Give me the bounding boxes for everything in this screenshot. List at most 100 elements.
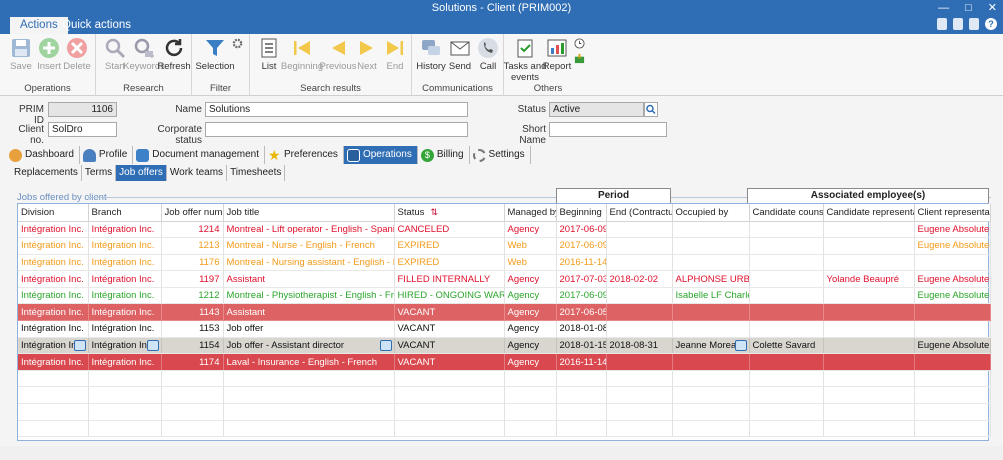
cell-end [606, 221, 673, 239]
search-icon [646, 104, 656, 115]
col-division[interactable]: Division [18, 204, 89, 222]
cell-managed-by: Agency [504, 303, 557, 322]
beginning-button[interactable]: Beginning [281, 37, 323, 72]
short-name-field[interactable] [549, 122, 667, 137]
tab-job-offers[interactable]: Job offers [116, 165, 167, 181]
cell-managed-by: Agency [504, 287, 557, 305]
cell-candidate-counselor [749, 320, 824, 338]
window-icon[interactable] [953, 18, 963, 30]
col-candidate-representative[interactable]: Candidate representative [823, 204, 915, 222]
cell-end [606, 254, 673, 272]
table-row[interactable]: Intégration Inc. Intégration Inc. 1214 Mont… [18, 221, 991, 239]
call-button[interactable]: Call [473, 37, 503, 72]
minimize-button[interactable]: — [938, 0, 949, 16]
print-icon[interactable] [969, 18, 979, 30]
cell-status: VACANT [394, 303, 505, 322]
table-row[interactable]: Intégration Inc. Intégration Inc. 1176 Mont… [18, 254, 991, 272]
tab-quick-actions[interactable]: Quick actions [52, 17, 141, 34]
cell-client-representative: Eugene Absolute [914, 287, 991, 305]
help-icon[interactable]: ? [985, 18, 997, 30]
tab-terms[interactable]: Terms [82, 165, 117, 181]
open-record-icon[interactable] [73, 339, 86, 351]
table-row[interactable]: Intégration Inc. Intégration Inc. 1153 Job … [18, 320, 991, 338]
refresh-button[interactable]: Refresh [157, 37, 191, 72]
table-row[interactable]: Intégration Inc. Intégration Inc. 1197 Assi… [18, 270, 991, 288]
maximize-button[interactable]: □ [965, 0, 972, 16]
selection-button[interactable]: Selection [195, 37, 235, 72]
delete-button[interactable]: Delete [62, 37, 92, 72]
status-search-button[interactable] [644, 102, 658, 117]
ribbon-group-label: Communications [422, 83, 493, 94]
col-client-representative[interactable]: Client representative [914, 204, 991, 222]
open-record-icon[interactable] [734, 339, 747, 351]
clock-icon[interactable] [574, 38, 585, 49]
cell-candidate-representative [823, 254, 915, 272]
open-record-icon[interactable] [146, 339, 159, 351]
keywords-icon [134, 38, 155, 59]
table-row[interactable]: Intégration Inc. Intégration Inc. 1174 Lava… [18, 353, 991, 371]
tab-billing[interactable]: $ Billing [418, 146, 470, 164]
close-button[interactable]: ✕ [988, 0, 997, 16]
col-managed-by[interactable]: Managed by [504, 204, 557, 222]
col-job-offer-number[interactable]: Job offer number [161, 204, 224, 222]
ribbon-group-communications: History Send Call Communications [412, 34, 504, 96]
cell-candidate-counselor [749, 287, 824, 305]
tab-replacements[interactable]: Replacements [11, 165, 82, 181]
col-beginning[interactable]: Beginning [556, 204, 607, 222]
cell-beginning: 2017-07-03 [556, 270, 607, 288]
cell-client-representative: Eugene Absolute [914, 337, 991, 355]
export-icon[interactable] [574, 53, 585, 64]
refresh-icon [165, 39, 183, 57]
col-branch[interactable]: Branch [88, 204, 162, 222]
cell-candidate-counselor [749, 221, 824, 239]
tab-document-management[interactable]: Document management [133, 146, 266, 164]
client-no-field[interactable]: SolDro [48, 122, 117, 137]
ribbon-group-research: Start Keywords Refresh Research [96, 34, 192, 96]
table-row[interactable]: Intégration Inc. Intégration Inc. 1212 Mont… [18, 287, 991, 305]
cell-job-title: Job offer - Assistant director [223, 337, 395, 355]
cell-job-offer-number: 1176 [161, 254, 224, 272]
tab-profile[interactable]: Profile [80, 146, 134, 164]
tasks-events-button[interactable]: Tasks and events [504, 37, 546, 83]
tab-work-teams[interactable]: Work teams [167, 165, 228, 181]
phone-icon [478, 38, 498, 58]
col-candidate-counselor[interactable]: Candidate counselor [749, 204, 824, 222]
tab-dashboard[interactable]: Dashboard [6, 146, 80, 164]
end-button[interactable]: End [380, 37, 410, 72]
table-row[interactable]: Intégration Inc. Intégration Inc. 1213 Mont… [18, 237, 991, 255]
col-occupied-by[interactable]: Occupied by [672, 204, 750, 222]
cell-beginning: 2017-06-09 [556, 287, 607, 305]
gear-icon[interactable] [232, 38, 243, 49]
save-icon [12, 39, 30, 57]
col-job-title[interactable]: Job title [223, 204, 395, 222]
cell-occupied-by: ALPHONSE URBAIN [672, 270, 750, 288]
cell-status: EXPIRED [394, 237, 505, 255]
tab-operations[interactable]: Operations [343, 146, 418, 164]
ribbon-group-label: Others [533, 83, 563, 94]
open-record-icon[interactable] [379, 339, 392, 351]
profile-icon [82, 148, 96, 162]
ribbon-group-filter: Selection Filter [192, 34, 250, 96]
col-end-contractual[interactable]: End (Contractual) [606, 204, 673, 222]
tab-timesheets[interactable]: Timesheets [227, 165, 286, 181]
table-row-selected[interactable]: Intégration Inc. Intégration Inc. 1154 J… [18, 337, 991, 355]
tab-preferences[interactable]: ★ Preferences [265, 146, 344, 164]
cell-division: Intégration Inc. [18, 320, 89, 338]
cell-status: VACANT [394, 320, 505, 338]
table-row[interactable]: Intégration Inc. Intégration Inc. 1143 Assi… [18, 303, 991, 322]
tab-settings[interactable]: Settings [470, 146, 531, 164]
report-button[interactable]: Report [542, 37, 572, 72]
cell-beginning: 2017-06-05 [556, 303, 607, 322]
delete-circle-icon [67, 38, 87, 58]
envelope-icon [450, 41, 470, 56]
cell-status: HIRED - ONGOING WARRANTY [394, 287, 505, 305]
name-field[interactable]: Solutions [205, 102, 468, 117]
corporate-status-field[interactable] [205, 122, 468, 137]
cell-client-representative: Eugene Absolute [914, 270, 991, 288]
col-status[interactable]: Status ⇅ [394, 204, 505, 222]
cell-candidate-representative [823, 320, 915, 338]
calculator-icon[interactable] [937, 18, 947, 30]
cell-managed-by: Agency [504, 320, 557, 338]
cell-client-representative [914, 320, 991, 338]
folder-icon [136, 148, 150, 162]
